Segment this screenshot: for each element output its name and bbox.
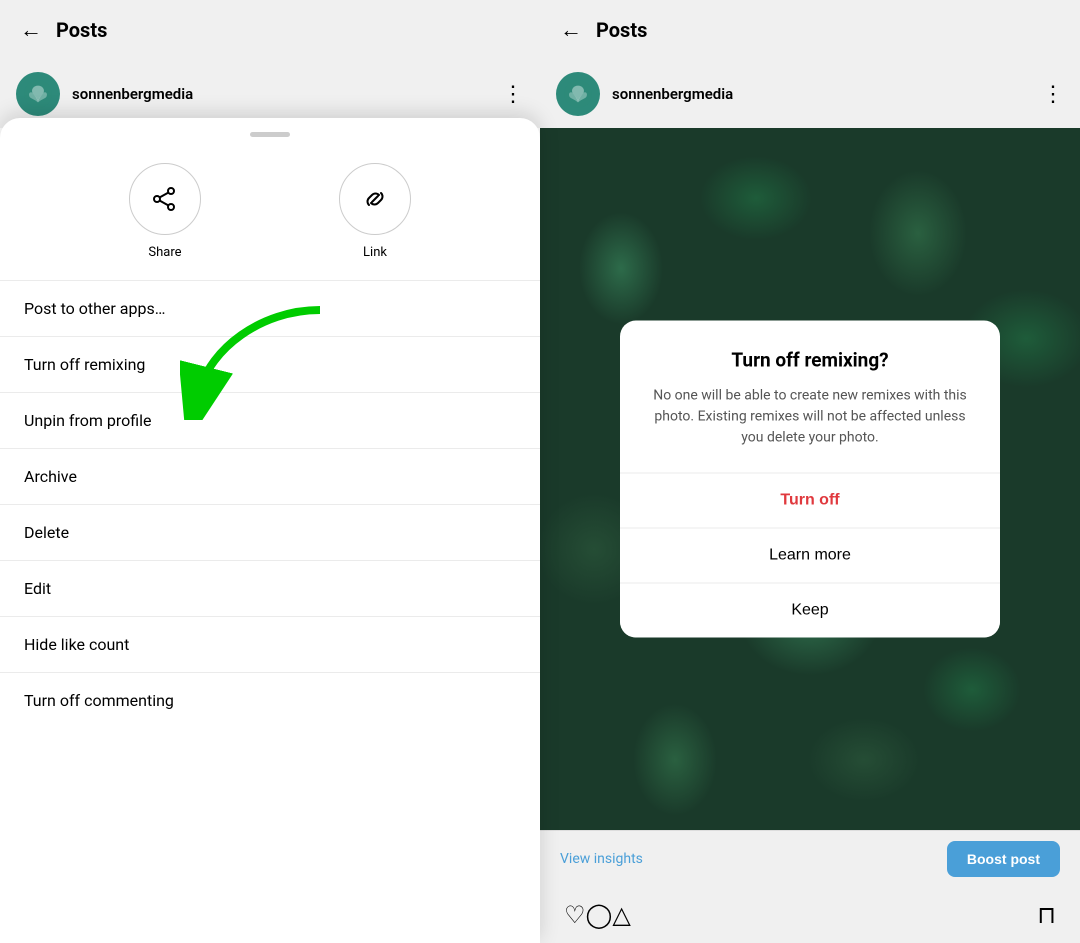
turn-off-button[interactable]: Turn off bbox=[620, 474, 1000, 528]
left-panel: ← Posts sonnenbergmedia ⋮ bbox=[0, 0, 540, 943]
right-username: sonnenbergmedia bbox=[612, 85, 733, 103]
left-username: sonnenbergmedia bbox=[72, 85, 193, 103]
link-button[interactable]: Link bbox=[339, 163, 411, 260]
menu-item-post-to-other-apps[interactable]: Post to other apps… bbox=[0, 281, 540, 336]
right-avatar bbox=[556, 72, 600, 116]
right-back-button[interactable]: ← bbox=[560, 17, 582, 43]
post-background: Turn off remixing? No one will be able t… bbox=[540, 128, 1080, 830]
bottom-bar: View insights Boost post bbox=[540, 830, 1080, 887]
right-profile-row: sonnenbergmedia ⋮ bbox=[540, 60, 1080, 128]
menu-item-edit[interactable]: Edit bbox=[0, 561, 540, 616]
menu-item-unpin-from-profile[interactable]: Unpin from profile bbox=[0, 393, 540, 448]
dialog-title: Turn off remixing? bbox=[620, 321, 1000, 386]
learn-more-button[interactable]: Learn more bbox=[620, 529, 1000, 583]
right-panel: ← Posts sonnenbergmedia ⋮ Turn off remix… bbox=[540, 0, 1080, 943]
left-profile-left: sonnenbergmedia bbox=[16, 72, 193, 116]
action-icons-bar: ♡ ◯ △ ⊓ bbox=[540, 887, 1080, 943]
link-label: Link bbox=[363, 245, 387, 260]
turn-off-remixing-dialog: Turn off remixing? No one will be able t… bbox=[620, 321, 1000, 638]
boost-post-button[interactable]: Boost post bbox=[947, 841, 1060, 877]
right-three-dots-button[interactable]: ⋮ bbox=[1042, 82, 1064, 107]
dialog-body: No one will be able to create new remixe… bbox=[620, 386, 1000, 473]
bookmark-icon[interactable]: ⊓ bbox=[1037, 901, 1056, 929]
link-icon bbox=[339, 163, 411, 235]
keep-button[interactable]: Keep bbox=[620, 584, 1000, 638]
heart-icon[interactable]: ♡ bbox=[564, 901, 586, 929]
left-back-button[interactable]: ← bbox=[20, 17, 42, 43]
menu-item-turn-off-commenting[interactable]: Turn off commenting bbox=[0, 673, 540, 728]
right-page-title: Posts bbox=[596, 18, 647, 42]
menu-item-hide-like-count[interactable]: Hide like count bbox=[0, 617, 540, 672]
share-label: Share bbox=[148, 245, 181, 260]
right-header: ← Posts bbox=[540, 0, 1080, 60]
right-profile-left: sonnenbergmedia bbox=[556, 72, 733, 116]
comment-icon[interactable]: ◯ bbox=[586, 901, 613, 929]
send-icon[interactable]: △ bbox=[612, 901, 630, 929]
sheet-handle bbox=[250, 132, 290, 137]
bottom-sheet: Share Link Post to other apps… Turn off … bbox=[0, 118, 540, 943]
menu-item-turn-off-remixing[interactable]: Turn off remixing bbox=[0, 337, 540, 392]
sheet-icons-row: Share Link bbox=[0, 153, 540, 280]
menu-item-delete[interactable]: Delete bbox=[0, 505, 540, 560]
left-page-title: Posts bbox=[56, 18, 107, 42]
share-button[interactable]: Share bbox=[129, 163, 201, 260]
left-header: ← Posts bbox=[0, 0, 540, 60]
left-avatar bbox=[16, 72, 60, 116]
menu-item-archive[interactable]: Archive bbox=[0, 449, 540, 504]
view-insights-button[interactable]: View insights bbox=[560, 851, 643, 867]
share-icon bbox=[129, 163, 201, 235]
left-three-dots-button[interactable]: ⋮ bbox=[502, 82, 524, 107]
